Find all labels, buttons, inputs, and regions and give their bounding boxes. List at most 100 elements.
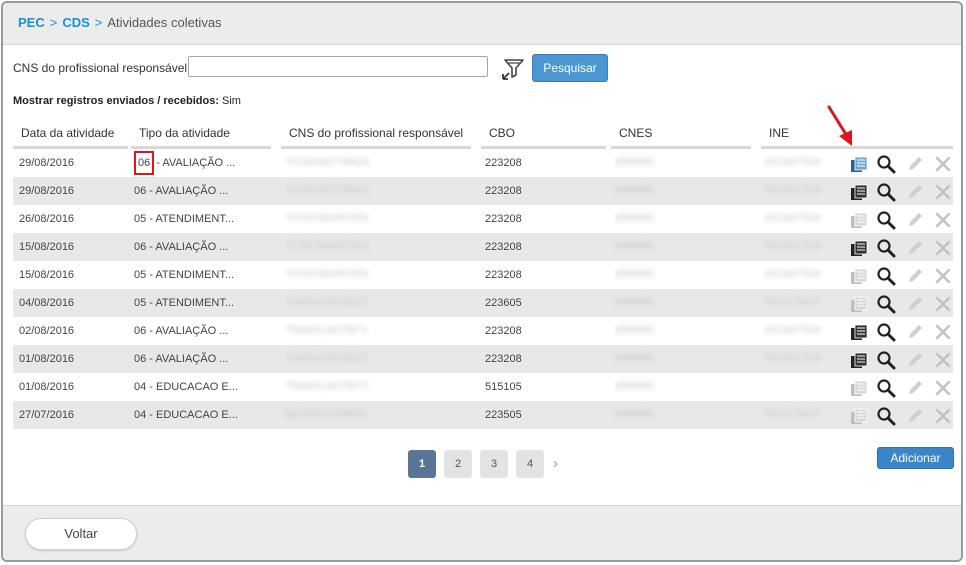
search-icon[interactable] [876,154,896,174]
table-row[interactable]: 29/08/2016 06 - AVALIAÇÃO ... 702304497708… [13,177,953,205]
page-2-button[interactable]: 2 [444,450,472,478]
transmit-icon[interactable] [849,378,869,398]
pencil-icon[interactable] [905,406,925,426]
cell-date: 01/08/2016 [19,381,75,393]
col-header-cbo[interactable]: CBO [481,121,606,149]
back-button[interactable]: Voltar [25,518,137,550]
cell-cbo: 223208 [485,157,522,169]
search-icon[interactable] [876,294,896,314]
table-row[interactable]: 04/08/2016 05 - ATENDIMENT... 708406116075… [13,289,953,317]
transmit-icon[interactable] [849,182,869,202]
cell-cbo: 223208 [485,353,522,365]
cell-cnes: 9999995 [615,325,654,336]
table-row[interactable]: 15/08/2016 05 - ATENDIMENT... 707007804097… [13,261,953,289]
close-icon[interactable] [933,294,953,314]
table-row[interactable]: 26/08/2016 05 - ATENDIMENT... 707007804097… [13,205,953,233]
row-actions [846,177,956,205]
transmit-icon[interactable] [849,350,869,370]
col-header-date[interactable]: Data da atividade [13,121,128,149]
search-icon[interactable] [876,350,896,370]
pencil-icon[interactable] [905,322,925,342]
filter-icon[interactable] [501,56,525,80]
table-row[interactable]: 01/08/2016 04 - EDUCACAO E... 708406116075… [13,373,953,401]
page-4-button[interactable]: 4 [516,450,544,478]
breadcrumb-cds-link[interactable]: CDS [62,15,89,30]
close-icon[interactable] [933,406,953,426]
page-1-button[interactable]: 1 [408,450,436,478]
page-3-button[interactable]: 3 [480,450,508,478]
search-label: CNS do profissional responsável [13,61,188,75]
close-icon[interactable] [933,210,953,230]
cell-type: 06 - AVALIAÇÃO ... [134,317,274,345]
close-icon[interactable] [933,238,953,258]
table-row[interactable]: 29/08/2016 06- AVALIAÇÃO ... 7023044977086… [13,149,953,177]
cell-cnes: 9999995 [615,353,654,364]
search-icon[interactable] [876,406,896,426]
pencil-icon[interactable] [905,154,925,174]
close-icon[interactable] [933,182,953,202]
type-text: 04 - EDUCACAO E... [134,381,238,393]
cell-cns: 707007804097065 [285,269,369,280]
search-icon[interactable] [876,266,896,286]
breadcrumb-pec-link[interactable]: PEC [18,15,45,30]
cell-type: 05 - ATENDIMENT... [134,205,274,233]
close-icon[interactable] [933,350,953,370]
type-text: 05 - ATENDIMENT... [134,269,235,281]
cell-type: 05 - ATENDIMENT... [134,289,274,317]
cell-type: 05 - ATENDIMENT... [134,261,274,289]
search-icon[interactable] [876,182,896,202]
row-actions [846,401,956,429]
table-row[interactable]: 02/08/2016 06 - AVALIAÇÃO ... 708406116075… [13,317,953,345]
pencil-icon[interactable] [905,294,925,314]
close-icon[interactable] [933,322,953,342]
cns-search-input[interactable] [188,56,488,77]
breadcrumb-separator: > [49,15,58,30]
type-text: 06 - AVALIAÇÃO ... [134,353,229,365]
type-text: 06 - AVALIAÇÃO ... [134,241,229,253]
cell-ine: 0015947526 [765,241,821,252]
transmit-icon[interactable] [849,210,869,230]
table-row[interactable]: 27/07/2016 04 - EDUCACAO E... 863306011599… [13,401,953,429]
pencil-icon[interactable] [905,350,925,370]
search-icon[interactable] [876,210,896,230]
transmit-icon[interactable] [849,154,869,174]
app-window: PEC > CDS > Atividades coletivas CNS do prof… [1,1,963,562]
close-icon[interactable] [933,154,953,174]
pencil-icon[interactable] [905,238,925,258]
next-page-icon[interactable]: › [553,450,567,478]
add-button[interactable]: Adicionar [877,447,954,469]
cell-date: 29/08/2016 [19,157,75,169]
pencil-icon[interactable] [905,378,925,398]
cell-date: 04/08/2016 [19,297,75,309]
table-row[interactable]: 15/08/2016 06 - AVALIAÇÃO ... 707007804097… [13,233,953,261]
cell-cnes: 9999995 [615,297,654,308]
cell-cbo: 223505 [485,409,522,421]
col-header-cnes[interactable]: CNES [611,121,751,149]
col-header-type[interactable]: Tipo da atividade [131,121,271,149]
search-button[interactable]: Pesquisar [532,54,608,82]
cell-cns: 708406116075871 [285,325,368,336]
cell-cns: 863306011599001 [285,409,368,420]
table-body: 29/08/2016 06- AVALIAÇÃO ... 7023044977086… [13,149,953,429]
transmit-icon[interactable] [849,294,869,314]
table-row[interactable]: 01/08/2016 06 - AVALIAÇÃO ... 708406116075… [13,345,953,373]
transmit-icon[interactable] [849,322,869,342]
col-header-cns[interactable]: CNS do profissional responsável [281,121,471,149]
transmit-icon[interactable] [849,406,869,426]
cell-ine: 0015947526 [765,213,821,224]
pencil-icon[interactable] [905,210,925,230]
pencil-icon[interactable] [905,266,925,286]
col-header-ine[interactable]: INE [761,121,953,149]
cell-cnes: 9999995 [615,213,654,224]
cell-ine: 0015947526 [765,269,821,280]
pencil-icon[interactable] [905,182,925,202]
sent-filter-label: Mostrar registros enviados / recebidos: [13,95,220,107]
close-icon[interactable] [933,266,953,286]
transmit-icon[interactable] [849,266,869,286]
search-icon[interactable] [876,238,896,258]
search-icon[interactable] [876,322,896,342]
search-icon[interactable] [876,378,896,398]
transmit-icon[interactable] [849,238,869,258]
cell-date: 01/08/2016 [19,353,75,365]
close-icon[interactable] [933,378,953,398]
